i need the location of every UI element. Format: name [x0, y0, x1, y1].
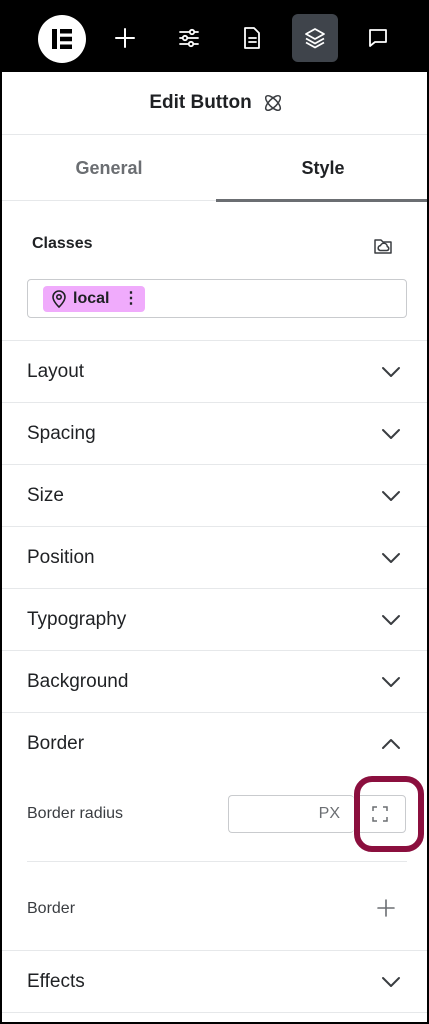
- comment-icon: [369, 29, 387, 47]
- tab-style[interactable]: Style: [216, 135, 427, 202]
- chip-menu-icon[interactable]: ⋮: [123, 291, 139, 307]
- atom-icon: [264, 94, 281, 112]
- section-size[interactable]: Size: [2, 465, 427, 527]
- cloud-folder-icon[interactable]: [372, 235, 394, 257]
- divider: [27, 861, 407, 862]
- classes-section: Classes local ⋮: [2, 201, 427, 341]
- page-icon: [244, 27, 260, 49]
- panel-header: Edit Button: [2, 72, 427, 135]
- panel-tabs: General Style: [2, 135, 427, 202]
- chevron-down-icon: [382, 552, 400, 563]
- section-spacing-label: Spacing: [27, 422, 96, 444]
- section-typography[interactable]: Typography: [2, 589, 427, 651]
- structure-button[interactable]: [292, 14, 338, 62]
- section-background[interactable]: Background: [2, 651, 427, 713]
- chevron-down-icon: [382, 676, 400, 687]
- class-chip-label: local: [73, 290, 110, 307]
- section-position-label: Position: [27, 546, 95, 568]
- panel-title: Edit Button: [149, 92, 252, 113]
- plus-icon: [115, 28, 135, 48]
- border-radius-input[interactable]: PX: [228, 795, 354, 833]
- border-section-body: Border radius PX Border: [2, 773, 427, 951]
- classes-label: Classes: [32, 235, 93, 252]
- section-size-label: Size: [27, 484, 64, 506]
- add-border-icon[interactable]: [376, 898, 396, 918]
- chevron-down-icon: [382, 976, 400, 987]
- editor-panel: Edit Button General Style Classes local …: [0, 0, 429, 1024]
- section-spacing[interactable]: Spacing: [2, 403, 427, 465]
- chevron-down-icon: [382, 614, 400, 625]
- elementor-logo-icon[interactable]: [38, 15, 86, 63]
- border-radius-label: Border radius: [27, 805, 124, 822]
- section-border-label: Border: [27, 733, 85, 754]
- section-background-label: Background: [27, 670, 129, 692]
- highlight-callout: [354, 776, 424, 852]
- page-settings-button[interactable]: [229, 14, 275, 62]
- section-effects[interactable]: Effects: [2, 951, 427, 1013]
- sliders-icon: [179, 28, 199, 48]
- section-layout-label: Layout: [27, 360, 85, 382]
- tab-general[interactable]: General: [2, 135, 216, 201]
- chevron-down-icon: [382, 490, 400, 501]
- section-effects-label: Effects: [27, 970, 85, 992]
- section-position[interactable]: Position: [2, 527, 427, 589]
- section-typography-label: Typography: [27, 608, 127, 630]
- chevron-up-icon: [382, 739, 400, 749]
- notes-button[interactable]: [355, 14, 401, 62]
- border-radius-unit[interactable]: PX: [319, 805, 340, 823]
- location-pin-icon: [52, 290, 66, 308]
- class-chip-local[interactable]: local ⋮: [43, 286, 145, 312]
- chevron-down-icon: [382, 366, 400, 377]
- border-label: Border: [27, 900, 76, 917]
- section-border[interactable]: Border: [2, 713, 427, 775]
- layers-icon: [305, 28, 325, 49]
- classes-input[interactable]: local ⋮: [27, 279, 407, 318]
- top-toolbar: [2, 2, 427, 72]
- site-settings-button[interactable]: [166, 14, 212, 62]
- add-element-button[interactable]: [102, 14, 148, 62]
- section-layout[interactable]: Layout: [2, 341, 427, 403]
- chevron-down-icon: [382, 428, 400, 439]
